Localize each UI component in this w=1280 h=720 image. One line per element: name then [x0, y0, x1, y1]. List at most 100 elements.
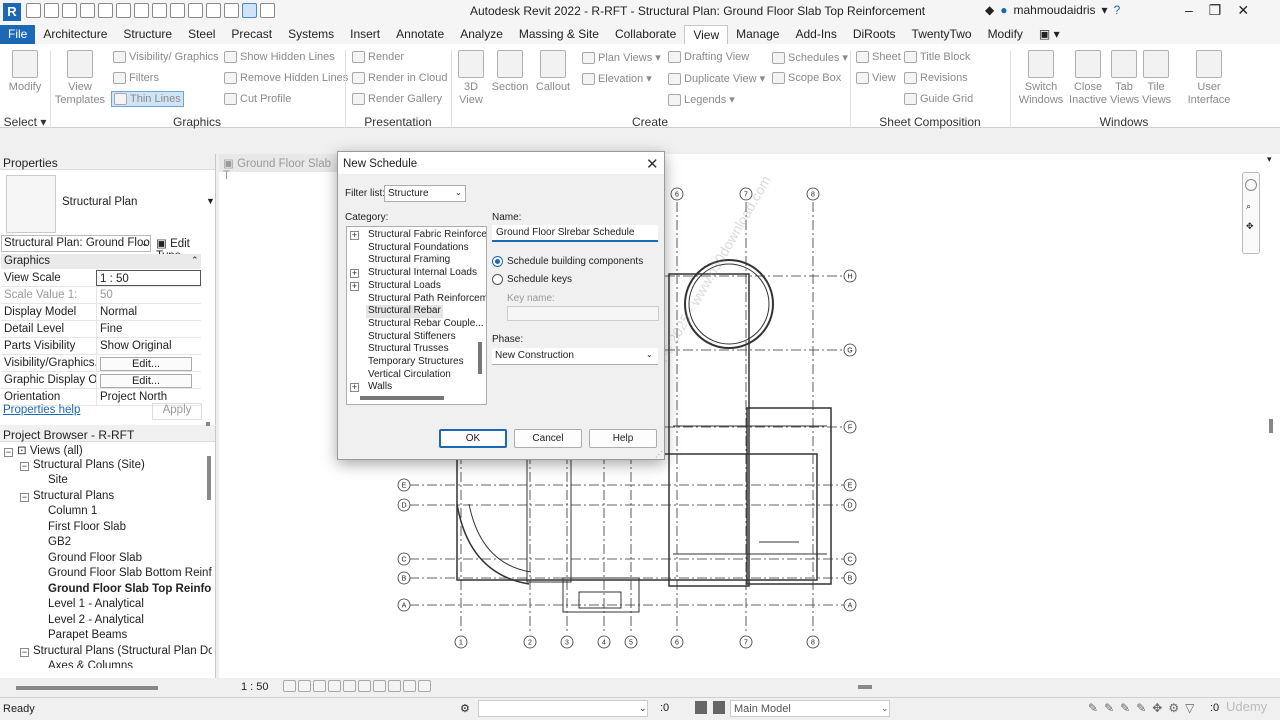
pan-icon[interactable]: ✥: [1246, 221, 1254, 232]
property-value[interactable]: Fine: [96, 321, 201, 337]
plan-views-button[interactable]: Plan Views ▾: [582, 51, 661, 64]
instance-dropdown-icon[interactable]: ⌄: [141, 238, 149, 249]
view-templates-button[interactable]: View Templates: [54, 50, 106, 107]
print-icon[interactable]: [116, 3, 131, 18]
browser-item[interactable]: − Structural Plans (Site): [20, 459, 145, 475]
3d-view-icon[interactable]: [206, 3, 221, 18]
category-item[interactable]: Structural Foundations: [368, 242, 469, 255]
undo-icon[interactable]: [80, 3, 95, 18]
measure-icon[interactable]: [134, 3, 149, 18]
help-icon[interactable]: ?: [1114, 3, 1121, 17]
3d-view-button[interactable]: 3D View: [454, 50, 488, 107]
type-dropdown-icon[interactable]: ▼: [206, 196, 215, 206]
cart-icon[interactable]: ▾: [1102, 3, 1108, 17]
browser-item[interactable]: GB2: [48, 536, 71, 552]
zoom-icon[interactable]: ⌕: [1246, 201, 1251, 212]
schedule-name-input[interactable]: Ground Floor Slrebar Schedule: [492, 225, 658, 242]
collapse-icon[interactable]: −: [20, 647, 29, 657]
tab-massing-site[interactable]: Massing & Site: [511, 25, 607, 44]
collapse-icon[interactable]: −: [20, 492, 29, 502]
filter-icon[interactable]: ▽: [1185, 701, 1194, 715]
close-inactive-button[interactable]: Close Inactive: [1066, 50, 1110, 107]
property-value[interactable]: Normal: [96, 304, 201, 320]
category-item[interactable]: Structural Rebar Couple...: [368, 318, 484, 331]
workset-dropdown-icon[interactable]: ⌄: [639, 703, 647, 714]
text-icon[interactable]: [188, 3, 203, 18]
canvas-hscroll[interactable]: [858, 685, 872, 689]
sync-icon[interactable]: [62, 3, 77, 18]
category-list[interactable]: + Structural Fabric Reinforce Structural F…: [346, 226, 487, 405]
category-hscroll[interactable]: [360, 396, 444, 400]
design-option-dropdown-icon[interactable]: ⌄: [881, 703, 889, 714]
collapse-icon[interactable]: −: [4, 448, 13, 457]
view-scale[interactable]: 1 : 50: [241, 681, 269, 693]
close-icon[interactable]: ✕: [646, 155, 659, 173]
show-hidden-lines-button[interactable]: Show Hidden Lines: [224, 51, 335, 63]
property-value[interactable]: Edit...: [96, 372, 201, 388]
highlight-icon[interactable]: [418, 680, 431, 692]
resize-grip-icon[interactable]: ⋰: [655, 450, 663, 459]
reveal-hidden-icon[interactable]: [388, 680, 401, 692]
select-panel-label[interactable]: Select ▾: [0, 115, 50, 129]
tab-view[interactable]: View: [684, 25, 729, 44]
elevation-button[interactable]: Elevation ▾: [582, 72, 652, 85]
browser-item[interactable]: Axes & Columns: [48, 660, 133, 668]
close-icon[interactable]: ✕: [1237, 2, 1249, 19]
property-value[interactable]: 1 : 50: [96, 270, 201, 286]
redo-icon[interactable]: [98, 3, 113, 18]
switch-windows-icon[interactable]: [260, 3, 275, 18]
section-button[interactable]: Section: [490, 50, 530, 94]
category-item[interactable]: Structural Trusses: [368, 343, 449, 356]
minimize-icon[interactable]: ‒: [1185, 2, 1193, 19]
category-item[interactable]: Structural Loads: [368, 280, 441, 293]
guide-grid-button[interactable]: Guide Grid: [904, 93, 973, 105]
tab-file[interactable]: File: [0, 25, 36, 44]
analytical-model-icon[interactable]: [403, 680, 416, 692]
background-process-icon[interactable]: ⚙: [1168, 701, 1179, 715]
browser-item[interactable]: Parapet Beams: [48, 629, 127, 645]
tag-icon[interactable]: [170, 3, 185, 18]
select-pinned-icon[interactable]: ✎: [1120, 701, 1130, 715]
property-value[interactable]: Edit...: [96, 355, 201, 371]
browser-item[interactable]: − Structural Plans (Structural Plan Dow: [20, 645, 212, 661]
apply-button[interactable]: Apply: [152, 403, 202, 420]
instance-selector[interactable]: Structural Plan: Ground Floor: [1, 235, 151, 252]
remove-hidden-lines-button[interactable]: Remove Hidden Lines: [224, 72, 348, 84]
user-name[interactable]: mahmoudaidris: [1013, 3, 1095, 17]
sheet-button[interactable]: Sheet: [856, 51, 901, 63]
graphics-section-header[interactable]: Graphics ⌃: [1, 254, 201, 269]
crop-view-icon[interactable]: [343, 680, 356, 692]
title-block-button[interactable]: Title Block: [904, 51, 970, 63]
select-underlay-icon[interactable]: ✎: [1104, 701, 1114, 715]
design-option-selector[interactable]: Main Model ⌄: [730, 700, 890, 717]
callout-button[interactable]: Callout: [532, 50, 574, 94]
duplicate-view-button[interactable]: Duplicate View ▾: [668, 72, 765, 85]
tab-modify[interactable]: Modify: [980, 25, 1031, 44]
drag-elements-icon[interactable]: ✥: [1152, 701, 1162, 715]
tab-analyze[interactable]: Analyze: [452, 25, 511, 44]
category-vscroll[interactable]: [478, 342, 482, 374]
model-icon[interactable]: [713, 701, 725, 714]
scope-box-button[interactable]: Scope Box: [772, 72, 841, 84]
filter-list-select[interactable]: Structure ⌄: [384, 185, 466, 202]
cut-profile-button[interactable]: Cut Profile: [224, 93, 291, 105]
tab-steel[interactable]: Steel: [180, 25, 223, 44]
category-item[interactable]: Vertical Circulation: [368, 369, 451, 382]
browser-item[interactable]: Column 1: [48, 505, 97, 521]
expand-icon[interactable]: +: [350, 383, 359, 393]
user-icon[interactable]: ●: [1000, 3, 1007, 17]
temp-hide-icon[interactable]: [373, 680, 386, 692]
render-in-cloud-button[interactable]: Render in Cloud: [352, 72, 448, 84]
cancel-button[interactable]: Cancel: [514, 429, 582, 448]
render-gallery-button[interactable]: Render Gallery: [352, 93, 442, 105]
tab-architecture[interactable]: Architecture: [35, 25, 115, 44]
legends-button[interactable]: Legends ▾: [668, 93, 735, 106]
browser-item[interactable]: Ground Floor Slab: [48, 552, 142, 568]
category-item[interactable]: Structural Stiffeners: [368, 331, 456, 344]
browser-item[interactable]: − ⊡ Views (all): [4, 443, 83, 459]
schedule-building-components-radio[interactable]: Schedule building components: [492, 256, 643, 267]
modify-button[interactable]: Modify: [6, 50, 44, 94]
detail-level-icon[interactable]: [283, 680, 296, 692]
search-icon[interactable]: ◆: [985, 3, 994, 17]
visual-style-icon[interactable]: [298, 680, 311, 692]
